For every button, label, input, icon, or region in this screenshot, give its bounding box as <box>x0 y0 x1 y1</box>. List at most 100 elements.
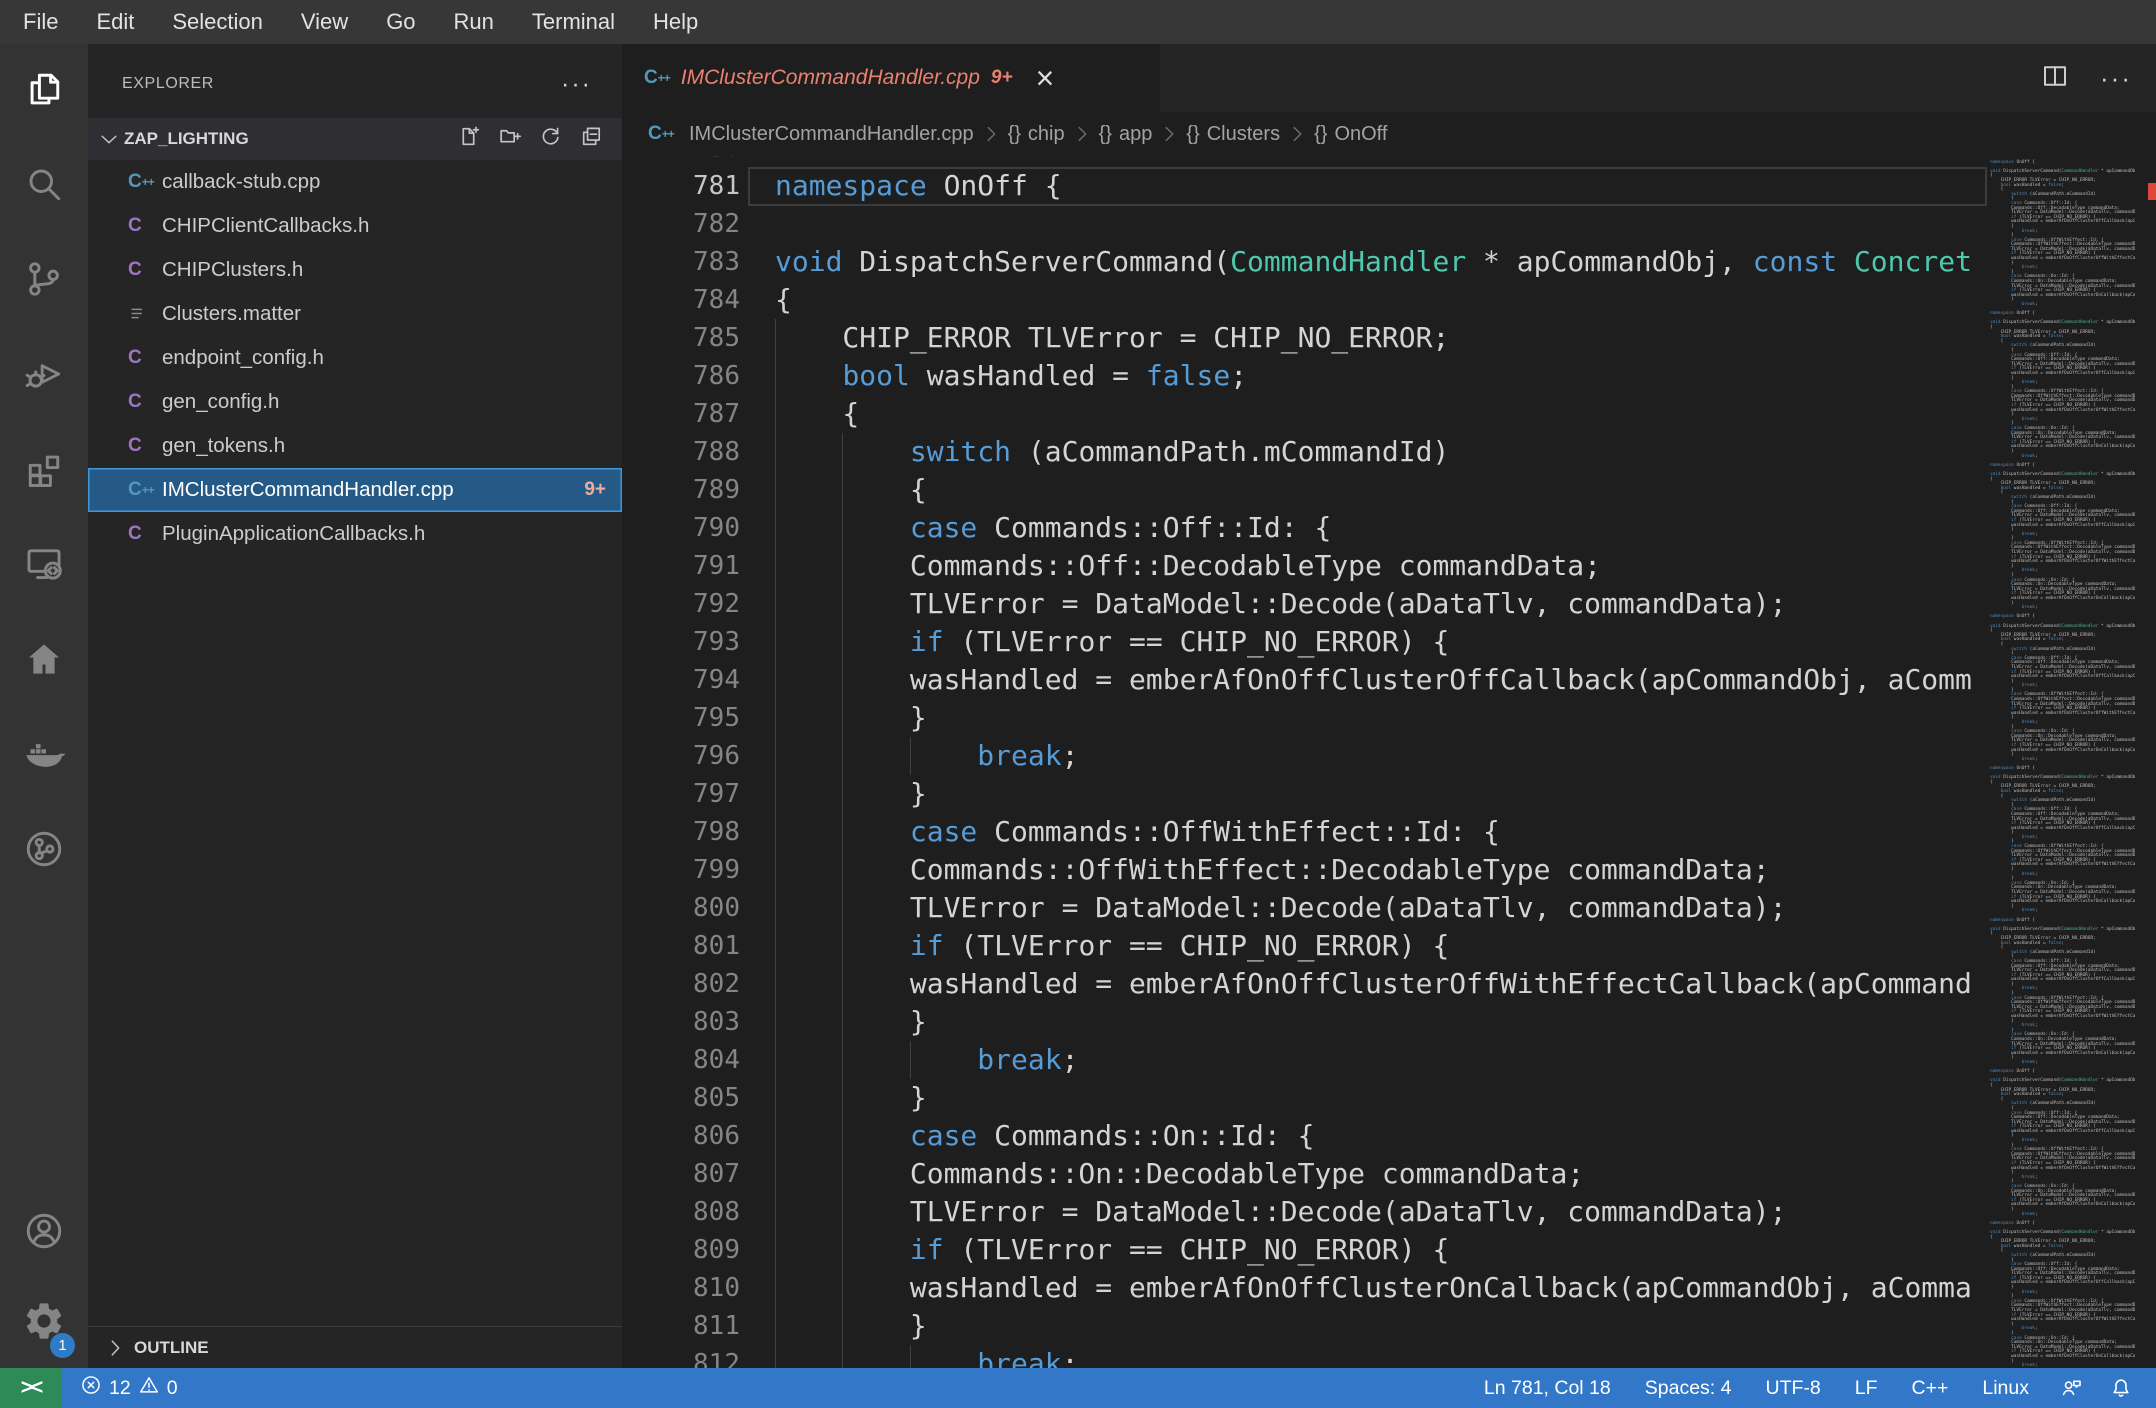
code-line-806[interactable]: 806 case Commands::On::Id: { <box>622 1117 1990 1155</box>
code-line-798[interactable]: 798 case Commands::OffWithEffect::Id: { <box>622 813 1990 851</box>
menu-item-view[interactable]: View <box>282 0 367 44</box>
activity-bar-item-extensions[interactable] <box>0 424 88 519</box>
activity-bar-item-git-graph[interactable] <box>0 804 88 899</box>
line-number: 795 <box>693 703 740 733</box>
code-editor[interactable]: 780 781 namespace OnOff {782 783 void Dispat… <box>622 156 1990 1368</box>
file-item-endpoint_config-h[interactable]: Cendpoint_config.h <box>88 336 622 380</box>
file-item-CHIPClientCallbacks-h[interactable]: C CHIPClientCallbacks.h <box>88 204 622 248</box>
code-line-797[interactable]: 797 } <box>622 775 1990 813</box>
split-editor-icon[interactable] <box>2040 61 2070 96</box>
code-line-781[interactable]: 781 namespace OnOff { <box>622 167 1990 206</box>
code-line-795[interactable]: 795 } <box>622 699 1990 737</box>
encoding-indicator[interactable]: UTF-8 <box>1749 1368 1838 1408</box>
code-line-794[interactable]: 794 wasHandled = emberAfOnOffClusterOffC… <box>622 661 1990 699</box>
overview-ruler[interactable] <box>2135 156 2156 1368</box>
outline-section-header[interactable]: OUTLINE <box>88 1326 622 1368</box>
eol-indicator[interactable]: LF <box>1838 1368 1895 1408</box>
activity-bar-item-settings[interactable]: 1 <box>0 1278 88 1368</box>
code-line-803[interactable]: 803 } <box>622 1003 1990 1041</box>
activity-bar-item-source-control[interactable] <box>0 234 88 329</box>
breadcrumb-item-clusters[interactable]: {} Clusters <box>1186 123 1280 146</box>
code-line-810[interactable]: 810 wasHandled = emberAfOnOffClusterOnCa… <box>622 1269 1990 1307</box>
code-line-809[interactable]: 809 if (TLVError == CHIP_NO_ERROR) { <box>622 1231 1990 1269</box>
tab-imclustercommandhandler[interactable]: C ++ IMClusterCommandHandler.cpp 9+ × <box>622 44 1160 112</box>
problems-indicator[interactable]: 12 0 <box>62 1368 196 1408</box>
code-line-786[interactable]: 786 bool wasHandled = false; <box>622 357 1990 395</box>
close-icon[interactable]: × <box>1036 62 1055 94</box>
code-line-793[interactable]: 793 if (TLVError == CHIP_NO_ERROR) { <box>622 623 1990 661</box>
refresh-icon[interactable] <box>538 124 563 154</box>
menu-item-terminal[interactable]: Terminal <box>513 0 634 44</box>
minimap[interactable]: namespace OnOff {void DispatchServerComm… <box>1990 156 2135 1368</box>
menu-item-file[interactable]: File <box>4 0 77 44</box>
code-line-784[interactable]: 784 { <box>622 281 1990 319</box>
menu-item-go[interactable]: Go <box>367 0 434 44</box>
activity-bar-item-remote-explorer[interactable] <box>0 519 88 614</box>
code-line-802[interactable]: 802 wasHandled = emberAfOnOffClusterOffW… <box>622 965 1990 1003</box>
code-line-796[interactable]: 796 break; <box>622 737 1990 775</box>
file-item-CHIPClusters-h[interactable]: C CHIPClusters.h <box>88 248 622 292</box>
code-line-790[interactable]: 790 case Commands::Off::Id: { <box>622 509 1990 547</box>
code-line-780[interactable]: 780 <box>622 156 1990 167</box>
bell-icon[interactable] <box>2096 1368 2146 1408</box>
folder-section-header[interactable]: ZAP_LIGHTING <box>88 118 622 160</box>
file-item-gen_tokens-h[interactable]: Cgen_tokens.h <box>88 424 622 468</box>
menu-item-help[interactable]: Help <box>634 0 717 44</box>
code-line-787[interactable]: 787 { <box>622 395 1990 433</box>
braces-icon: {} <box>1098 122 1112 145</box>
breadcrumb-item-onoff[interactable]: {} OnOff <box>1314 123 1387 146</box>
code-line-788[interactable]: 788 switch (aCommandPath.mCommandId) <box>622 433 1990 471</box>
file-item-Clusters-matter[interactable]: Clusters.matter <box>88 292 622 336</box>
sidebar-more-actions-icon[interactable]: ··· <box>561 70 592 99</box>
activity-bar-item-docker[interactable] <box>0 709 88 804</box>
code-line-804[interactable]: 804 break; <box>622 1041 1990 1079</box>
code-line-808[interactable]: 808 TLVError = DataModel::Decode(aDataTl… <box>622 1193 1990 1231</box>
editor-body: 780 781 namespace OnOff {782 783 void Dispat… <box>622 156 2156 1368</box>
code-line-799[interactable]: 799 Commands::OffWithEffect::DecodableTy… <box>622 851 1990 889</box>
file-item-IMClusterCommandHandler-cpp[interactable]: C ++ IMClusterCommandHandler.cpp 9+ <box>88 468 622 512</box>
line-number: 810 <box>693 1273 740 1303</box>
warning-count: 0 <box>166 1376 178 1399</box>
chevron-right-icon <box>1071 123 1093 145</box>
breadcrumb-item-imclustercommandhandler-cpp[interactable]: C ++ IMClusterCommandHandler.cpp <box>648 123 974 146</box>
code-line-789[interactable]: 789 { <box>622 471 1990 509</box>
file-name: CHIPClientCallbacks.h <box>162 214 370 237</box>
code-line-801[interactable]: 801 if (TLVError == CHIP_NO_ERROR) { <box>622 927 1990 965</box>
activity-bar-item-explorer[interactable] <box>0 44 88 139</box>
code-line-782[interactable]: 782 <box>622 205 1990 243</box>
activity-bar-item-search[interactable] <box>0 139 88 234</box>
remote-indicator[interactable]: >< <box>0 1368 62 1408</box>
code-line-785[interactable]: 785 CHIP_ERROR TLVError = CHIP_NO_ERROR; <box>622 319 1990 357</box>
code-line-805[interactable]: 805 } <box>622 1079 1990 1117</box>
code-line-792[interactable]: 792 TLVError = DataModel::Decode(aDataTl… <box>622 585 1990 623</box>
collapse-all-icon[interactable] <box>579 124 604 154</box>
code-line-783[interactable]: 783 void DispatchServerCommand(CommandHan… <box>622 243 1990 281</box>
line-number: 811 <box>693 1311 740 1341</box>
os-indicator[interactable]: Linux <box>1965 1368 2046 1408</box>
feedback-icon[interactable] <box>2046 1368 2096 1408</box>
file-item-callback-stub-cpp[interactable]: C ++ callback-stub.cpp <box>88 160 622 204</box>
language-indicator[interactable]: C++ <box>1895 1368 1966 1408</box>
activity-bar-item-accounts[interactable] <box>0 1188 88 1278</box>
menu-item-edit[interactable]: Edit <box>77 0 153 44</box>
activity-bar-item-run-and-debug[interactable] <box>0 329 88 424</box>
new-file-icon[interactable] <box>456 124 481 154</box>
code-line-807[interactable]: 807 Commands::On::DecodableType commandD… <box>622 1155 1990 1193</box>
file-item-PluginApplicationCallbacks-h[interactable]: C PluginApplicationCallbacks.h <box>88 512 622 556</box>
indentation-indicator[interactable]: Spaces: 4 <box>1628 1368 1749 1408</box>
breadcrumb-item-app[interactable]: {} app <box>1099 123 1153 146</box>
breadcrumb-label: IMClusterCommandHandler.cpp <box>689 122 974 145</box>
code-line-812[interactable]: 812 break; <box>622 1345 1990 1368</box>
code-line-811[interactable]: 811 } <box>622 1307 1990 1345</box>
line-number: 798 <box>693 817 740 847</box>
breadcrumb-item-chip[interactable]: {} chip <box>1008 123 1065 146</box>
menu-item-selection[interactable]: Selection <box>153 0 282 44</box>
menu-item-run[interactable]: Run <box>435 0 513 44</box>
more-actions-icon[interactable]: ··· <box>2100 63 2132 94</box>
activity-bar-item-home[interactable] <box>0 614 88 709</box>
code-line-800[interactable]: 800 TLVError = DataModel::Decode(aDataTl… <box>622 889 1990 927</box>
new-folder-icon[interactable] <box>497 124 522 154</box>
code-line-791[interactable]: 791 Commands::Off::DecodableType command… <box>622 547 1990 585</box>
line-col-indicator[interactable]: Ln 781, Col 18 <box>1467 1368 1628 1408</box>
file-item-gen_config-h[interactable]: Cgen_config.h <box>88 380 622 424</box>
